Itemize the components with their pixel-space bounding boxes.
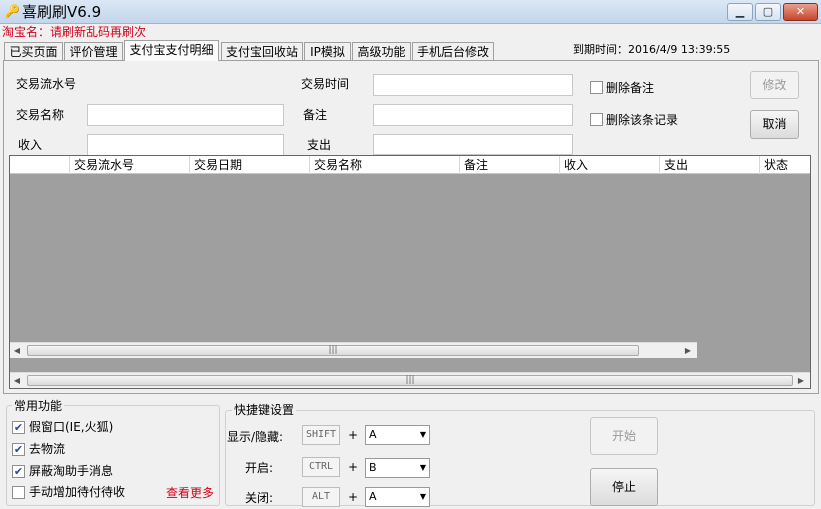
start-hotkey-key-select[interactable]: B ▼ <box>365 458 430 478</box>
delete-remark-label: 删除备注 <box>606 81 655 95</box>
time-input[interactable] <box>373 74 573 96</box>
maximize-button[interactable]: ▢ <box>755 3 781 21</box>
grid-header: 交易流水号 交易日期 交易名称 备注 收入 支出 状态 <box>10 156 810 174</box>
close-button[interactable]: ✕ <box>783 3 818 21</box>
income-label: 收入 <box>18 138 43 152</box>
app-key-icon: 🔑 <box>5 4 20 18</box>
tab-review-manage[interactable]: 评价管理 <box>64 42 123 61</box>
tab-ip-simulate[interactable]: IP模拟 <box>304 42 351 61</box>
show-hide-label: 显示/隐藏: <box>227 430 284 444</box>
chevron-down-icon: ▼ <box>419 463 426 472</box>
inner-horizontal-scrollbar[interactable]: ◀ ||| ▶ <box>10 342 697 358</box>
title-bar[interactable] <box>0 0 821 24</box>
scroll-right-arrow-icon[interactable]: ▶ <box>683 346 693 355</box>
modify-button[interactable]: 修改 <box>750 71 799 99</box>
scroll-right-arrow-icon[interactable]: ▶ <box>796 376 806 385</box>
start-hotkey-label: 开启: <box>245 461 274 475</box>
common-functions-title: 常用功能 <box>12 399 65 413</box>
view-more-link[interactable]: 查看更多 <box>166 486 214 500</box>
column-remark[interactable]: 备注 <box>460 156 560 174</box>
name-input[interactable] <box>87 104 284 126</box>
scroll-thumb[interactable]: ||| <box>27 375 793 386</box>
show-hide-modifier: SHIFT <box>302 425 340 445</box>
hotkey-title: 快捷键设置 <box>232 403 297 417</box>
tab-alipay-details[interactable]: 支付宝支付明细 <box>124 40 219 61</box>
remove-logistics-label: 去物流 <box>29 442 66 456</box>
selected-key: A <box>369 490 377 503</box>
start-button[interactable]: 开始 <box>590 417 658 455</box>
delete-record-checkbox[interactable] <box>590 113 603 126</box>
plus-sign: + <box>348 428 359 442</box>
minimize-button[interactable]: ▁ <box>727 3 753 21</box>
remove-logistics-checkbox[interactable]: ✔ <box>12 443 25 456</box>
delete-remark-checkbox[interactable] <box>590 81 603 94</box>
shop-name-label: 淘宝名：请刷新乱码再刷次 <box>2 25 147 39</box>
stop-hotkey-label: 关闭: <box>245 491 274 505</box>
stop-hotkey-key-select[interactable]: A ▼ <box>365 487 430 507</box>
transaction-grid[interactable]: 交易流水号 交易日期 交易名称 备注 收入 支出 状态 ◀ ||| ▶ ◀ ||… <box>9 155 811 389</box>
scroll-left-arrow-icon[interactable]: ◀ <box>12 376 22 385</box>
tab-advanced[interactable]: 高级功能 <box>352 42 411 61</box>
column-date[interactable]: 交易日期 <box>190 156 310 174</box>
column-name[interactable]: 交易名称 <box>310 156 460 174</box>
selected-key: A <box>369 428 377 441</box>
serial-label: 交易流水号 <box>16 77 77 91</box>
grid-row-header <box>10 156 70 174</box>
tab-alipay-recycle[interactable]: 支付宝回收站 <box>221 42 303 61</box>
tab-bought-page[interactable]: 已买页面 <box>4 42 63 61</box>
block-assistant-label: 屏蔽淘助手消息 <box>29 464 114 478</box>
window-title: 喜刷刷V6.9 <box>22 3 102 21</box>
income-input[interactable] <box>87 134 284 156</box>
manual-add-pending-checkbox[interactable] <box>12 486 25 499</box>
stop-hotkey-modifier: ALT <box>302 487 340 507</box>
selected-key: B <box>369 461 377 474</box>
remark-label: 备注 <box>303 108 328 122</box>
column-income[interactable]: 收入 <box>560 156 660 174</box>
chevron-down-icon: ▼ <box>419 492 426 501</box>
chevron-down-icon: ▼ <box>419 430 426 439</box>
tab-mobile-backend[interactable]: 手机后台修改 <box>412 42 494 61</box>
expense-label: 支出 <box>307 138 332 152</box>
column-serial[interactable]: 交易流水号 <box>70 156 190 174</box>
outer-horizontal-scrollbar[interactable]: ◀ ||| ▶ <box>10 372 810 388</box>
plus-sign: + <box>348 490 359 504</box>
stop-button[interactable]: 停止 <box>590 468 658 506</box>
name-label: 交易名称 <box>16 108 65 122</box>
scroll-thumb[interactable]: ||| <box>27 345 639 356</box>
expiry-time: 到期时间：2016/4/9 13:39:55 <box>573 43 731 56</box>
time-label: 交易时间 <box>301 77 350 91</box>
start-hotkey-modifier: CTRL <box>302 457 340 477</box>
cancel-button[interactable]: 取消 <box>750 110 799 139</box>
show-hide-key-select[interactable]: A ▼ <box>365 425 430 445</box>
delete-record-label: 删除该条记录 <box>606 113 679 127</box>
scroll-left-arrow-icon[interactable]: ◀ <box>12 346 22 355</box>
block-assistant-checkbox[interactable]: ✔ <box>12 465 25 478</box>
fake-window-label: 假窗口(IE,火狐) <box>29 420 114 434</box>
column-status[interactable]: 状态 <box>760 156 810 174</box>
expense-input[interactable] <box>373 134 573 155</box>
column-expense[interactable]: 支出 <box>660 156 760 174</box>
plus-sign: + <box>348 460 359 474</box>
fake-window-checkbox[interactable]: ✔ <box>12 421 25 434</box>
remark-input[interactable] <box>373 104 573 126</box>
manual-add-pending-label: 手动增加待付待收 <box>29 485 126 499</box>
